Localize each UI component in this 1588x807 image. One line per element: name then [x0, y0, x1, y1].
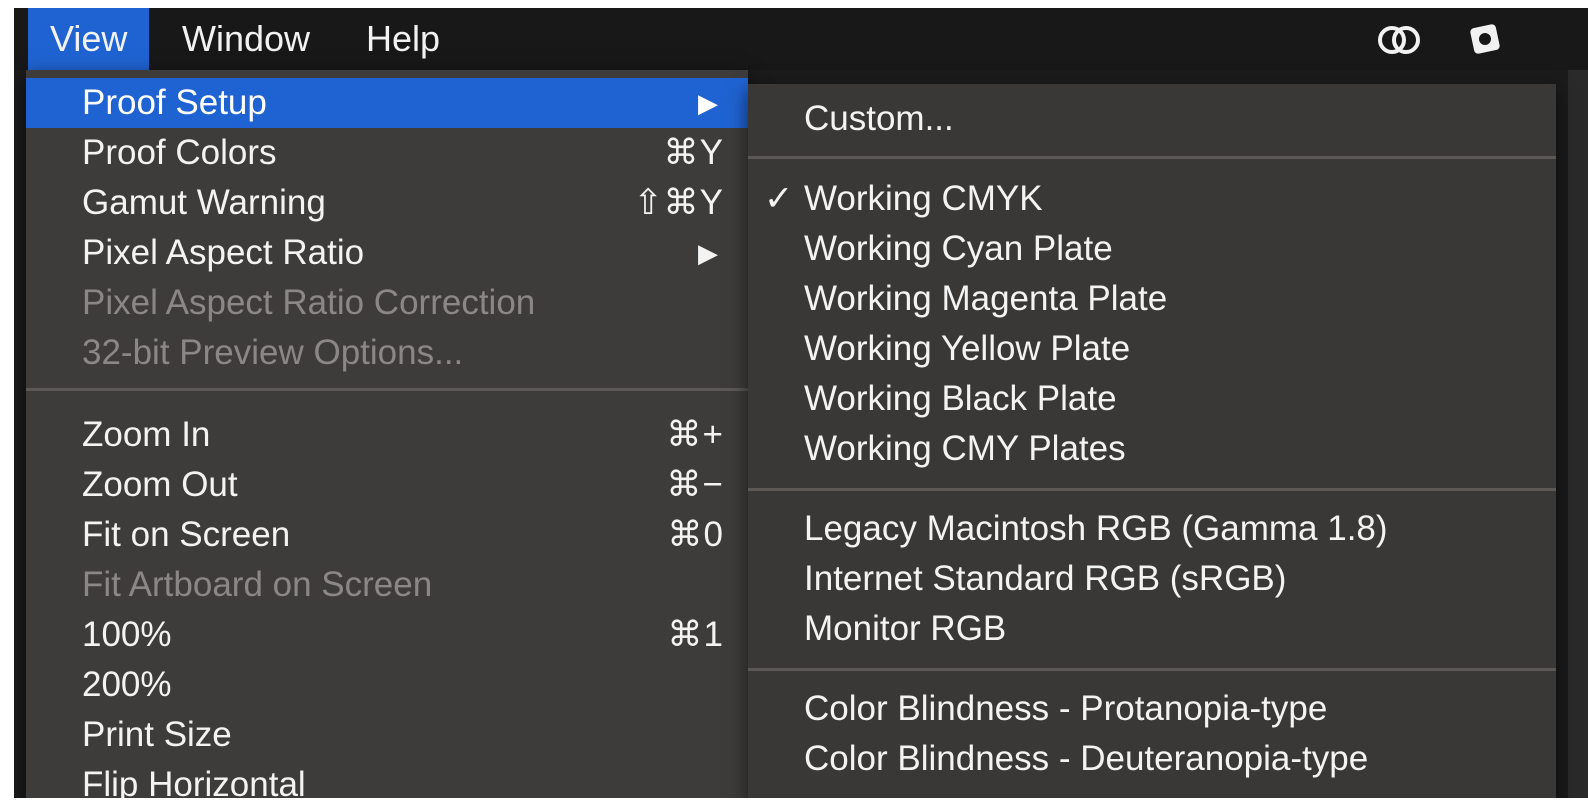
menu-item-shortcut: ⌘1 — [667, 615, 724, 654]
menu-item-zoom-in[interactable]: Zoom In ⌘+ — [26, 410, 748, 460]
submenu-item-label: Working Black Plate — [804, 379, 1117, 418]
submenu-arrow-icon: ▶ — [698, 238, 718, 268]
proof-setup-submenu: Custom... ✓ Working CMYK Working Cyan Pl… — [748, 84, 1556, 798]
submenu-item-label: Working Magenta Plate — [804, 279, 1168, 318]
submenu-item-working-magenta-plate[interactable]: Working Magenta Plate — [748, 274, 1556, 324]
checkmark-icon: ✓ — [764, 179, 794, 218]
menu-item-100-percent[interactable]: 100% ⌘1 — [26, 610, 748, 660]
submenu-item-label: Working Yellow Plate — [804, 329, 1131, 368]
submenu-item-label: Legacy Macintosh RGB (Gamma 1.8) — [804, 509, 1388, 548]
menu-item-label: Zoom Out — [82, 465, 238, 504]
menubar-window[interactable]: Window — [160, 8, 332, 70]
menu-item-fit-on-screen[interactable]: Fit on Screen ⌘0 — [26, 510, 748, 560]
menu-item-pixel-aspect-ratio[interactable]: Pixel Aspect Ratio ▶ — [26, 228, 748, 278]
menu-item-pixel-aspect-ratio-correction: Pixel Aspect Ratio Correction — [26, 278, 748, 328]
submenu-item-label: Color Blindness - Protanopia-type — [804, 689, 1328, 728]
view-menu: Proof Setup ▶ Proof Colors ⌘Y Gamut Warn… — [26, 70, 748, 798]
menu-item-shortcut: ⌘+ — [666, 415, 724, 454]
canvas-edge — [1568, 70, 1588, 798]
menu-item-32bit-preview-options: 32-bit Preview Options... — [26, 328, 748, 378]
submenu-item-working-cyan-plate[interactable]: Working Cyan Plate — [748, 224, 1556, 274]
menu-item-200-percent[interactable]: 200% — [26, 660, 748, 710]
submenu-item-label: Working Cyan Plate — [804, 229, 1113, 268]
menu-item-print-size[interactable]: Print Size — [26, 710, 748, 760]
menu-item-label: Print Size — [82, 715, 232, 754]
menu-item-proof-setup[interactable]: Proof Setup ▶ — [26, 78, 748, 128]
submenu-item-label: Custom... — [804, 99, 954, 138]
screen: View Window Help Proof Setup ▶ Proof Col… — [14, 8, 1588, 798]
submenu-item-working-cmy-plates[interactable]: Working CMY Plates — [748, 424, 1556, 474]
submenu-item-working-yellow-plate[interactable]: Working Yellow Plate — [748, 324, 1556, 374]
submenu-separator — [748, 156, 1556, 159]
menu-item-flip-horizontal[interactable]: Flip Horizontal — [26, 760, 748, 798]
submenu-item-internet-standard-rgb[interactable]: Internet Standard RGB (sRGB) — [748, 554, 1556, 604]
menu-item-shortcut: ⌘− — [666, 465, 724, 504]
menu-bar: View Window Help — [14, 8, 1588, 70]
submenu-item-monitor-rgb[interactable]: Monitor RGB — [748, 604, 1556, 654]
submenu-separator — [748, 488, 1556, 491]
submenu-item-color-blindness-deuteranopia[interactable]: Color Blindness - Deuteranopia-type — [748, 734, 1556, 784]
menu-item-proof-colors[interactable]: Proof Colors ⌘Y — [26, 128, 748, 178]
menu-item-label: Gamut Warning — [82, 183, 326, 222]
submenu-item-label: Color Blindness - Deuteranopia-type — [804, 739, 1369, 778]
menu-item-label: Proof Colors — [82, 133, 277, 172]
menu-item-label: 100% — [82, 615, 172, 654]
menu-item-label: Flip Horizontal — [82, 765, 306, 798]
submenu-item-label: Internet Standard RGB (sRGB) — [804, 559, 1287, 598]
menu-item-label: Fit Artboard on Screen — [82, 565, 433, 604]
submenu-item-working-black-plate[interactable]: Working Black Plate — [748, 374, 1556, 424]
menu-item-zoom-out[interactable]: Zoom Out ⌘− — [26, 460, 748, 510]
menu-item-label: Proof Setup — [82, 83, 267, 122]
submenu-item-legacy-macintosh-rgb[interactable]: Legacy Macintosh RGB (Gamma 1.8) — [748, 504, 1556, 554]
menu-separator — [26, 388, 748, 391]
menu-item-label: Fit on Screen — [82, 515, 291, 554]
menu-item-gamut-warning[interactable]: Gamut Warning ⇧⌘Y — [26, 178, 748, 228]
menu-item-label: Zoom In — [82, 415, 211, 454]
menu-item-shortcut: ⇧⌘Y — [633, 183, 724, 222]
menu-item-label: 32-bit Preview Options... — [82, 333, 464, 372]
submenu-item-color-blindness-protanopia[interactable]: Color Blindness - Protanopia-type — [748, 684, 1556, 734]
submenu-item-working-cmyk[interactable]: ✓ Working CMYK — [748, 174, 1556, 224]
submenu-item-label: Monitor RGB — [804, 609, 1007, 648]
submenu-item-label: Working CMY Plates — [804, 429, 1126, 468]
menu-item-label: 200% — [82, 665, 172, 704]
menu-item-shortcut: ⌘0 — [667, 515, 724, 554]
menu-item-fit-artboard-on-screen: Fit Artboard on Screen — [26, 560, 748, 610]
sketch-app-icon[interactable] — [1464, 20, 1510, 60]
menu-item-shortcut: ⌘Y — [663, 133, 724, 172]
menubar-view[interactable]: View — [28, 8, 150, 70]
submenu-item-custom[interactable]: Custom... — [748, 94, 1556, 144]
submenu-separator — [748, 668, 1556, 671]
menu-item-label: Pixel Aspect Ratio — [82, 233, 365, 272]
creative-cloud-icon[interactable] — [1376, 20, 1422, 60]
menubar-help[interactable]: Help — [344, 8, 462, 70]
menu-item-label: Pixel Aspect Ratio Correction — [82, 283, 536, 322]
submenu-arrow-icon: ▶ — [698, 88, 718, 118]
submenu-item-label: Working CMYK — [804, 179, 1043, 218]
